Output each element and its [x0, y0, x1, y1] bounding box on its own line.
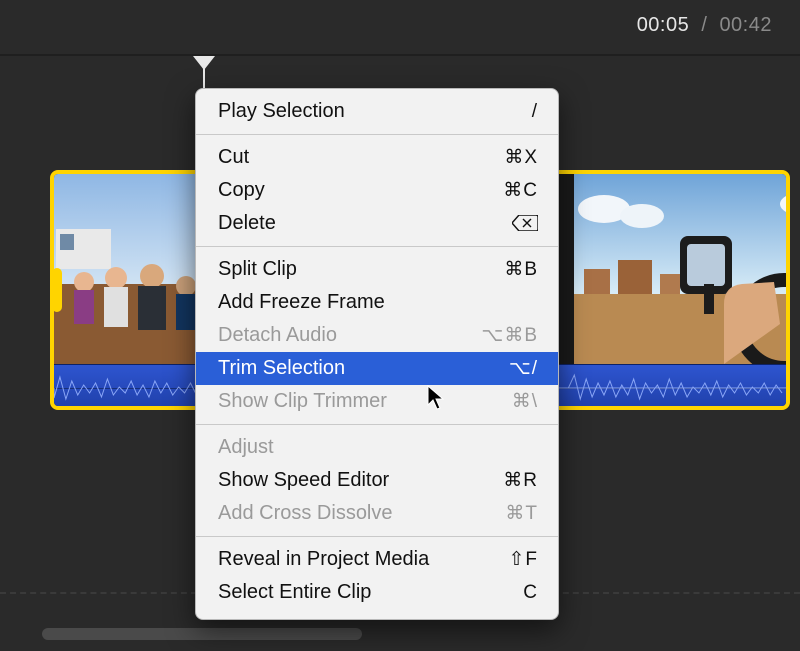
menu-separator — [196, 246, 558, 247]
menu-item-label: Detach Audio — [218, 322, 468, 349]
menu-item-label: Trim Selection — [218, 355, 468, 382]
time-readout: 00:05 / 00:42 — [637, 14, 772, 37]
menu-item-copy[interactable]: Copy⌘C — [196, 174, 558, 207]
menu-item-shortcut: ⌘T — [468, 501, 538, 527]
menu-item-shortcut: ⌘B — [468, 257, 538, 283]
menu-item-cut[interactable]: Cut⌘X — [196, 141, 558, 174]
clip-thumbnail-left — [54, 174, 204, 364]
menu-item-reveal-in-project-media[interactable]: Reveal in Project Media⇧F — [196, 543, 558, 576]
menu-item-show-speed-editor[interactable]: Show Speed Editor⌘R — [196, 464, 558, 497]
menu-item-shortcut: / — [468, 99, 538, 125]
menu-item-play-selection[interactable]: Play Selection/ — [196, 95, 558, 128]
trim-handle-left[interactable] — [52, 268, 62, 312]
menu-item-label: Show Speed Editor — [218, 467, 468, 494]
menu-item-shortcut: ⌥⌘B — [468, 323, 538, 349]
menu-item-shortcut: ⌘\ — [468, 389, 538, 415]
menu-item-shortcut: C — [468, 580, 538, 606]
menu-item-shortcut: ⌘R — [468, 468, 538, 494]
menu-item-delete[interactable]: Delete — [196, 207, 558, 240]
menu-item-label: Split Clip — [218, 256, 468, 283]
menu-item-add-freeze-frame[interactable]: Add Freeze Frame — [196, 286, 558, 319]
menu-item-label: Copy — [218, 177, 468, 204]
menu-item-adjust: Adjust — [196, 431, 558, 464]
menu-separator — [196, 536, 558, 537]
menu-separator — [196, 134, 558, 135]
clip-context-menu[interactable]: Play Selection/Cut⌘XCopy⌘CDeleteSplit Cl… — [195, 88, 559, 620]
menu-item-show-clip-trimmer: Show Clip Trimmer⌘\ — [196, 385, 558, 418]
menu-item-shortcut: ⇧F — [468, 547, 538, 573]
menu-item-label: Adjust — [218, 434, 468, 461]
menu-item-shortcut: ⌘X — [468, 145, 538, 171]
current-time: 00:05 — [637, 14, 690, 36]
menu-item-select-entire-clip[interactable]: Select Entire ClipC — [196, 576, 558, 609]
menu-item-label: Play Selection — [218, 98, 468, 125]
menu-item-add-cross-dissolve: Add Cross Dissolve⌘T — [196, 497, 558, 530]
menu-item-label: Show Clip Trimmer — [218, 388, 468, 415]
horizontal-scrollbar[interactable] — [42, 628, 362, 640]
menu-item-label: Delete — [218, 210, 468, 237]
menu-item-label: Reveal in Project Media — [218, 546, 468, 573]
menu-item-label: Add Cross Dissolve — [218, 500, 468, 527]
menu-item-label: Add Freeze Frame — [218, 289, 468, 316]
menu-item-trim-selection[interactable]: Trim Selection⌥/ — [196, 352, 558, 385]
menu-item-shortcut: ⌘C — [468, 178, 538, 204]
menu-item-shortcut: ⌥/ — [468, 356, 538, 382]
menu-item-shortcut — [468, 211, 538, 237]
menu-item-split-clip[interactable]: Split Clip⌘B — [196, 253, 558, 286]
menu-separator — [196, 424, 558, 425]
toolbar-divider — [0, 54, 800, 56]
time-separator: / — [701, 14, 707, 36]
menu-item-label: Cut — [218, 144, 468, 171]
total-time: 00:42 — [719, 14, 772, 36]
menu-item-detach-audio: Detach Audio⌥⌘B — [196, 319, 558, 352]
clip-thumbnail-right — [574, 174, 790, 364]
menu-item-label: Select Entire Clip — [218, 579, 468, 606]
